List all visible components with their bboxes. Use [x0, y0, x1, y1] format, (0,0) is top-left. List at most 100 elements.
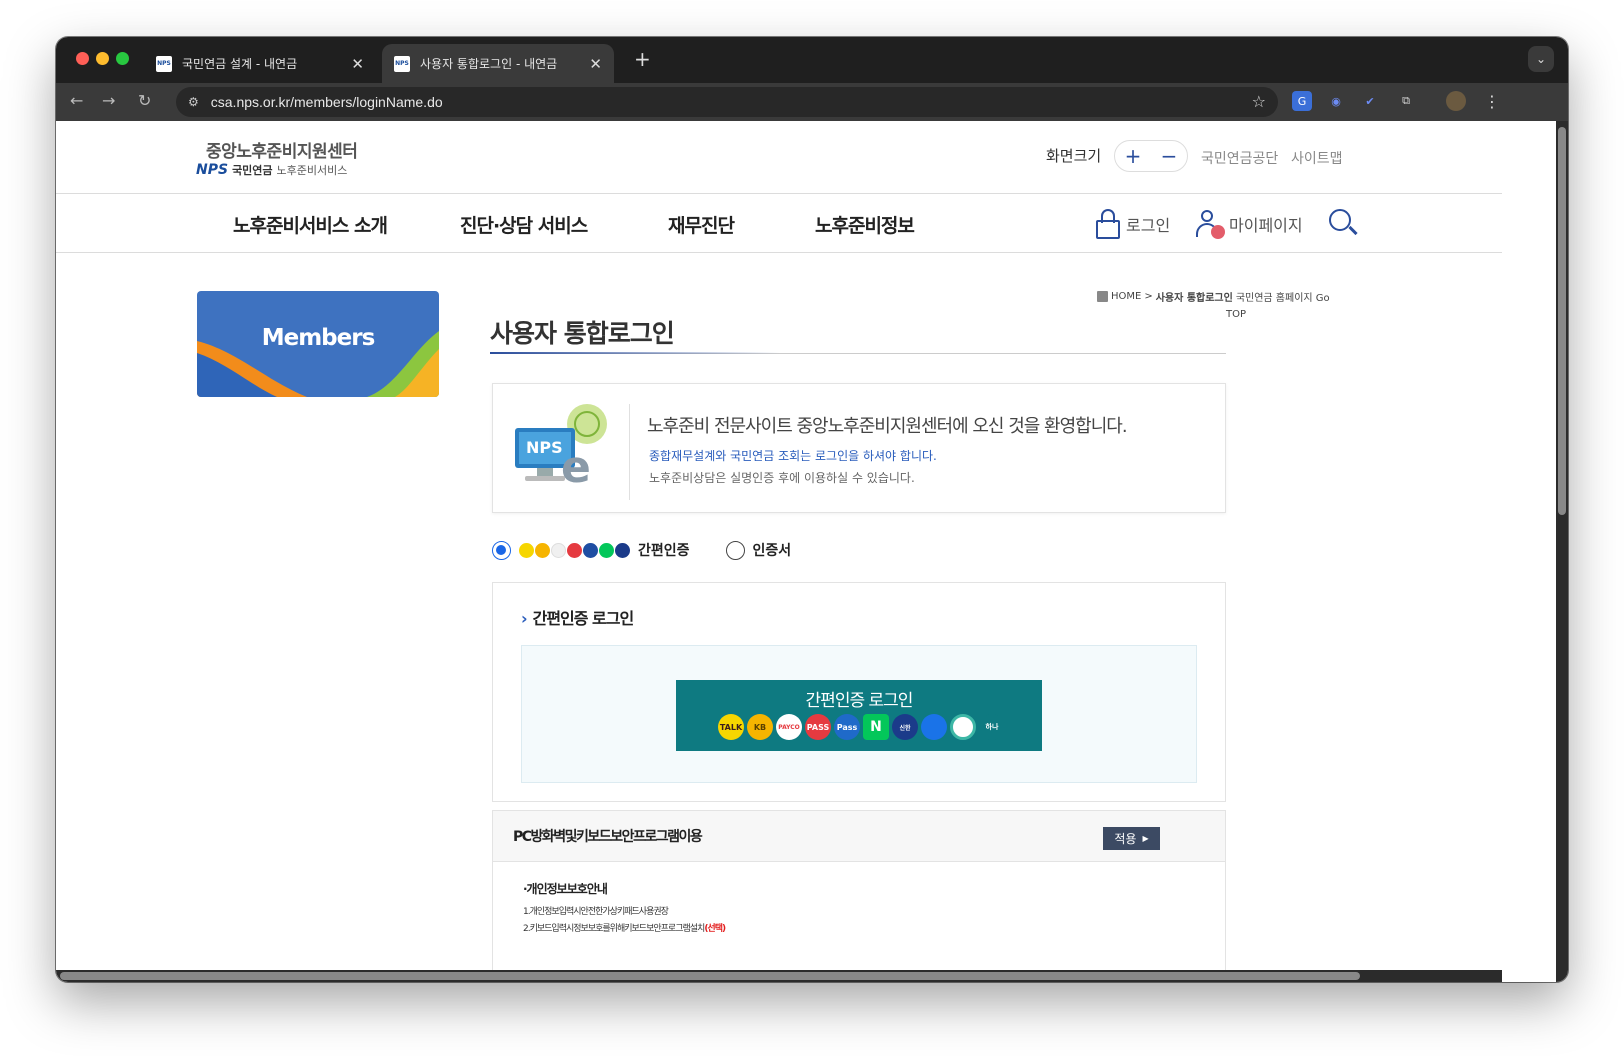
apply-button[interactable]: 적용 ▶	[1103, 827, 1160, 850]
close-window-button[interactable]	[76, 52, 89, 65]
nps-logo-kr: 국민연금	[232, 164, 273, 177]
breadcrumb-home[interactable]: HOME	[1111, 291, 1141, 302]
nps-favicon-icon: NPS	[156, 55, 172, 72]
kakao-talk-icon	[519, 542, 534, 558]
reload-icon[interactable]: ↻	[138, 91, 151, 110]
privacy-heading: ·개인정보보호안내	[523, 882, 608, 896]
main-navigation: 노후준비서비스 소개 진단·상담 서비스 재무진단 노후준비정보 로그인 마이페…	[56, 195, 1502, 253]
font-size-increase-button[interactable]: +	[1125, 144, 1142, 168]
easy-auth-button-label: 간편인증 로그인	[805, 691, 914, 711]
profile-avatar[interactable]	[1446, 91, 1466, 111]
nav-financial-diagnosis[interactable]: 재무진단	[668, 211, 735, 238]
site-logo-title[interactable]: 중앙노후준비지원센터	[206, 137, 358, 162]
privacy-line-1: 1.개인정보입력시안전한가상키패드사용권장	[523, 907, 669, 917]
close-icon[interactable]: ✕	[589, 55, 602, 73]
certificate-label[interactable]: 인증서	[753, 540, 792, 560]
new-tab-icon[interactable]: +	[634, 47, 651, 71]
bookmark-star-icon[interactable]: ☆	[1252, 92, 1266, 111]
translate-extension-icon[interactable]: G	[1292, 91, 1312, 111]
nps-favicon-icon: NPS	[394, 55, 410, 72]
welcome-divider	[629, 404, 630, 500]
certificate-radio[interactable]	[725, 540, 745, 560]
security-section-header: PC방화벽및키보드보안프로그램이용 적용 ▶	[493, 811, 1225, 862]
font-size-label: 화면크기	[1046, 147, 1102, 165]
easy-auth-login-button[interactable]: 간편인증 로그인 TALK KB PAYCO PASS Pass N 신한 하나	[676, 680, 1042, 751]
login-link[interactable]: 로그인	[1096, 209, 1170, 239]
vertical-scrollbar[interactable]	[1556, 121, 1568, 982]
easy-auth-radio[interactable]	[492, 540, 511, 560]
breadcrumb: HOME > 사용자 통합로그인 국민연금 홈페이지 Go	[1097, 289, 1330, 304]
nps-logo[interactable]: NPS 국민연금 노후준비서비스	[196, 162, 347, 178]
minimize-window-button[interactable]	[96, 52, 109, 65]
extension-a-icon[interactable]: ◉	[1326, 91, 1346, 111]
search-icon[interactable]	[1329, 209, 1358, 237]
page-title: 사용자 통합로그인	[490, 319, 675, 348]
nav-retirement-info[interactable]: 노후준비정보	[815, 211, 915, 238]
caret-right-icon: ▶	[1142, 834, 1149, 843]
address-bar[interactable]: ⚙ csa.nps.or.kr/members/loginName.do ☆	[176, 87, 1278, 117]
pass-blue-icon	[583, 542, 598, 558]
nps-logo-service: 노후준비서비스	[276, 164, 348, 177]
chevron-down-icon[interactable]: ⌄	[1528, 46, 1554, 72]
nps-home-link[interactable]: 국민연금공단	[1201, 148, 1278, 168]
members-banner-text: Members	[261, 325, 376, 351]
auth-method-selector: 간편인증 인증서	[492, 540, 791, 560]
browser-toolbar: ← → ↻ ⚙ csa.nps.or.kr/members/loginName.…	[56, 83, 1568, 121]
extension-check-icon[interactable]: ✔	[1360, 91, 1380, 111]
tab-integrated-login[interactable]: NPS 사용자 통합로그인 - 내연금 ✕	[382, 44, 614, 83]
site-settings-icon[interactable]: ⚙	[188, 95, 199, 109]
kb-icon: KB	[747, 714, 773, 740]
easy-auth-button-provider-icons: TALK KB PAYCO PASS Pass N 신한 하나	[718, 714, 1005, 740]
back-arrow-icon[interactable]: ←	[70, 91, 83, 110]
security-section-title: PC방화벽및키보드보안프로그램이용	[513, 829, 703, 845]
security-program-section: PC방화벽및키보드보안프로그램이용 적용 ▶ ·개인정보보호안내 1.개인정보입력…	[492, 810, 1226, 982]
nps-homepage-go-link[interactable]: 국민연금 홈페이지 Go	[1236, 289, 1330, 304]
mypage-link[interactable]: 마이페이지	[1195, 209, 1303, 239]
nps-e-graphic-label: NPS	[526, 438, 563, 457]
nav-service-intro[interactable]: 노후준비서비스 소개	[233, 211, 388, 238]
horizontal-scrollbar[interactable]	[56, 970, 1502, 982]
kb-icon	[535, 542, 550, 558]
easy-auth-label[interactable]: 간편인증	[638, 540, 690, 560]
kakao-talk-icon: TALK	[718, 714, 744, 740]
chevron-right-icon: ›	[521, 609, 528, 628]
sitemap-link[interactable]: 사이트맵	[1291, 148, 1343, 168]
privacy-line-2: 2.키보드입력시정보보호를위해키보드보안프로그램설치(선택)	[523, 924, 726, 934]
maximize-window-button[interactable]	[116, 52, 129, 65]
nps-e-graphic: NPS e	[515, 404, 607, 493]
home-icon[interactable]	[1097, 291, 1108, 302]
login-label: 로그인	[1126, 216, 1171, 235]
close-icon[interactable]: ✕	[351, 55, 364, 73]
tab-title: 국민연금 설계 - 내연금	[182, 57, 298, 71]
payco-icon	[551, 542, 566, 558]
title-divider-accent	[490, 352, 780, 354]
welcome-box: NPS e 노후준비 전문사이트 중앙노후준비지원센터에 오신 것을 환영합니다…	[492, 383, 1226, 513]
tab-pension-design[interactable]: NPS 국민연금 설계 - 내연금 ✕	[144, 44, 376, 83]
site-header: 중앙노후준비지원센터 NPS 국민연금 노후준비서비스 화면크기 + − 국민연…	[56, 121, 1502, 194]
pass-red-icon: PASS	[805, 714, 831, 740]
hana-icon: 하나	[979, 714, 1005, 740]
easy-auth-provider-icons	[519, 542, 630, 558]
top-link[interactable]: TOP	[1226, 309, 1246, 320]
mypage-label: 마이페이지	[1229, 216, 1303, 235]
members-banner: Members	[197, 291, 439, 397]
nav-diagnosis-consult[interactable]: 진단·상담 서비스	[460, 211, 588, 238]
optional-label: (선택)	[704, 924, 726, 934]
nps-logo-mark: NPS	[196, 162, 229, 178]
forward-arrow-icon[interactable]: →	[102, 91, 115, 110]
toss-icon	[921, 714, 947, 740]
font-size-decrease-button[interactable]: −	[1161, 144, 1178, 168]
shinhan-icon: 신한	[892, 714, 918, 740]
breadcrumb-current: 사용자 통합로그인	[1155, 293, 1233, 304]
pass-blue-icon: Pass	[834, 714, 860, 740]
svg-text:e: e	[561, 442, 591, 493]
naver-icon	[599, 542, 614, 558]
verification-notice: 노후준비상담은 실명인증 후에 이용하실 수 있습니다.	[649, 471, 915, 485]
browser-menu-icon[interactable]: ⋮	[1482, 91, 1502, 111]
lock-icon	[1096, 209, 1120, 239]
login-required-notice: 종합재무설계와 국민연금 조회는 로그인을 하셔야 합니다.	[649, 449, 937, 463]
breadcrumb-separator: >	[1144, 291, 1153, 302]
naver-icon: N	[863, 714, 889, 740]
extensions-puzzle-icon[interactable]: ⧉	[1396, 91, 1416, 111]
url-text: csa.nps.or.kr/members/loginName.do	[210, 94, 443, 110]
